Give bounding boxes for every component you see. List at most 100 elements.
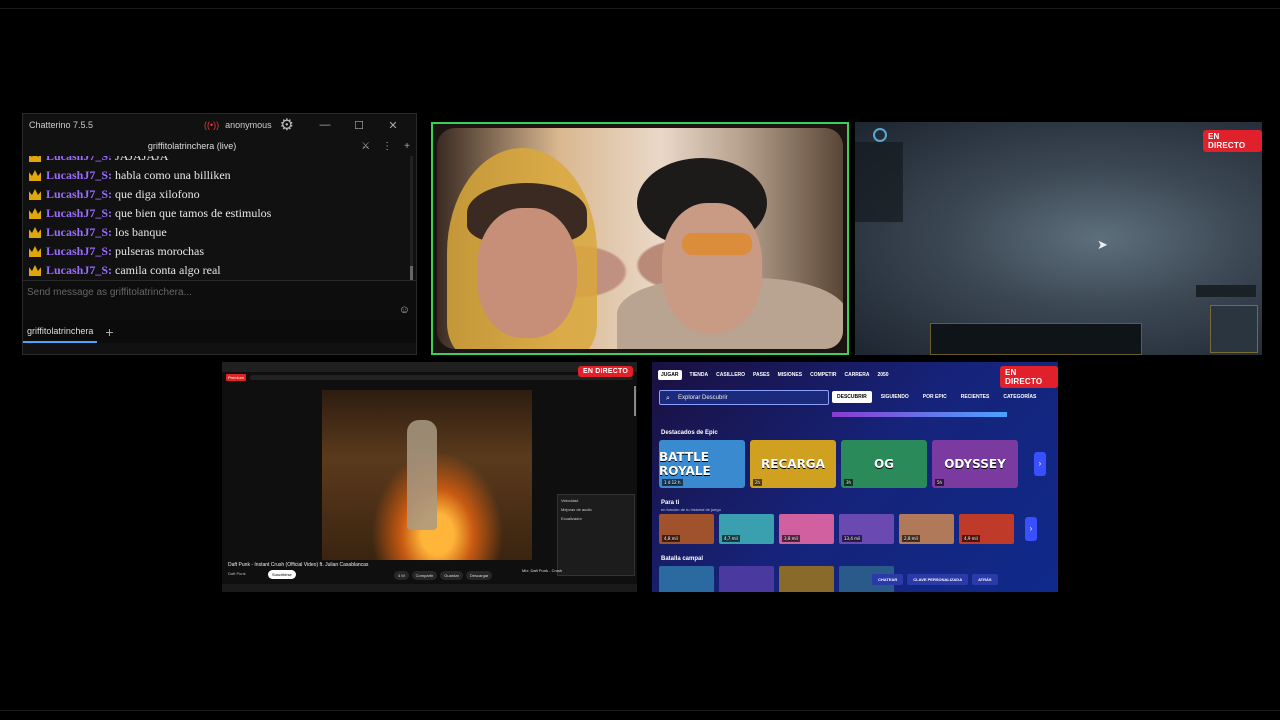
chat-scrollbar[interactable]	[410, 156, 413, 280]
chat-messages[interactable]: LucashJ7_S: JAJAJAJA LucashJ7_S: habla c…	[23, 156, 416, 280]
fortnite-nav: JUGAR TIENDA CASILLERO PASES MISIONES CO…	[658, 370, 889, 380]
nav-quests[interactable]: MISIONES	[778, 372, 802, 378]
tab-griffitolatrinchera[interactable]: griffitolatrinchera	[23, 320, 98, 343]
back-button[interactable]: ATRÁS	[972, 574, 998, 585]
island-card[interactable]: 2,8 mil	[899, 514, 954, 544]
island-card[interactable]: 4,8 mil	[659, 514, 714, 544]
channel-name[interactable]: Daft Punk	[228, 571, 246, 576]
nav-compete[interactable]: COMPETIR	[810, 372, 836, 378]
card-title: OG	[873, 457, 895, 471]
nav-locker[interactable]: CASILLERO	[716, 372, 745, 378]
chat-username[interactable]: LucashJ7_S:	[46, 223, 112, 242]
save-button[interactable]: Guardar	[440, 571, 463, 580]
minimize-button[interactable]: —	[308, 119, 342, 131]
nav-career[interactable]: CARRERA	[844, 372, 869, 378]
close-button[interactable]: ✕	[376, 119, 410, 132]
add-tab-icon[interactable]: +	[105, 324, 113, 340]
tab-by-epic[interactable]: POR EPIC	[918, 391, 952, 403]
chat-message: LucashJ7_S: habla como una billiken	[29, 166, 416, 185]
search-bar[interactable]	[250, 375, 633, 380]
like-button[interactable]: 4 M	[394, 571, 409, 580]
game-feed: ➤ EN DIRECTO	[855, 122, 1262, 355]
battle-row	[659, 566, 894, 592]
youtube-header: Premium	[222, 372, 637, 383]
live-status-icon: ((•))	[203, 120, 220, 130]
chat-channel-header: griffitolatrinchera (live) ⚔ ⋮ +	[23, 136, 416, 156]
island-card[interactable]: 4,9 mil	[959, 514, 1014, 544]
chat-username[interactable]: LucashJ7_S:	[46, 242, 112, 261]
panel-item[interactable]: Ecualizador	[561, 516, 631, 521]
frame-bottom-line	[0, 710, 1280, 711]
tab-categories[interactable]: CATEGORÍAS	[998, 391, 1041, 403]
crown-badge-icon	[29, 208, 41, 219]
panel-item[interactable]: Velocidad	[561, 498, 631, 503]
chat-window: Chatterino 7.5.5 ((•)) anonymous ⚙ — ☐ ✕…	[22, 113, 417, 355]
chat-username[interactable]: LucashJ7_S:	[46, 156, 112, 166]
bottom-actions: CHATEAR CLAVE PERSONALIZADA ATRÁS	[872, 574, 998, 585]
next-arrow-icon[interactable]: ›	[1034, 452, 1046, 476]
featured-card[interactable]: OG 3h	[841, 440, 927, 488]
chat-app-title: Chatterino 7.5.5	[29, 120, 94, 130]
playlist-title[interactable]: Mix: Daft Punk - Crush	[522, 568, 562, 573]
panel-item[interactable]: Mejoras de audio	[561, 507, 631, 512]
nav-play[interactable]: JUGAR	[658, 370, 682, 380]
chat-message: LucashJ7_S: que diga xilofono	[29, 185, 416, 204]
featured-card[interactable]: RECARGA 2h	[750, 440, 836, 488]
nav-shop[interactable]: TIENDA	[690, 372, 709, 378]
chat-username[interactable]: LucashJ7_S:	[46, 204, 112, 223]
chat-username[interactable]: LucashJ7_S:	[46, 185, 112, 204]
youtube-logo[interactable]: Premium	[226, 374, 247, 381]
featured-card[interactable]: ODYSSEY 5h	[932, 440, 1018, 488]
banner-strip	[832, 412, 1007, 417]
island-card[interactable]: 4,7 mil	[719, 514, 774, 544]
video-player[interactable]	[322, 390, 532, 560]
mod-tools-icon[interactable]: ⚔	[361, 141, 370, 152]
island-card[interactable]: 13,4 mil	[839, 514, 894, 544]
gear-icon[interactable]: ⚙	[280, 115, 294, 135]
chat-message-input[interactable]: Send message as griffitolatrinchera... ☺	[23, 280, 416, 320]
crown-badge-icon	[29, 189, 41, 200]
live-badge: EN DIRECTO	[1000, 366, 1058, 388]
audio-settings-panel[interactable]: Velocidad Mejoras de audio Ecualizador	[557, 494, 635, 576]
card-title: ODYSSEY	[944, 457, 1006, 471]
emote-picker-icon[interactable]: ☺	[399, 304, 410, 316]
discover-search-input[interactable]: ⌕ Explorar Descubrir	[659, 390, 829, 405]
island-card[interactable]	[779, 566, 834, 592]
download-button[interactable]: Descargar	[465, 571, 493, 580]
page-scrollbar[interactable]	[634, 386, 636, 416]
subscribe-button[interactable]: Suscribirse	[268, 570, 296, 579]
chat-titlebar: Chatterino 7.5.5 ((•)) anonymous ⚙ — ☐ ✕	[23, 114, 416, 136]
custom-key-button[interactable]: CLAVE PERSONALIZADA	[907, 574, 969, 585]
webcam-image	[437, 128, 843, 349]
maximize-button[interactable]: ☐	[342, 119, 376, 132]
island-card[interactable]: 3,8 mil	[779, 514, 834, 544]
next-arrow-icon[interactable]: ›	[1025, 517, 1037, 541]
more-options-icon[interactable]: ⋮	[382, 141, 392, 152]
chat-username[interactable]: LucashJ7_S:	[46, 261, 112, 280]
live-badge: EN DIRECTO	[578, 366, 634, 377]
chat-text: pulseras morochas	[115, 244, 205, 258]
game-scoreboard	[855, 142, 903, 222]
tab-following[interactable]: SIGUIENDO	[876, 391, 914, 403]
add-split-icon[interactable]: +	[404, 141, 410, 152]
vbucks-counter[interactable]: 2050	[877, 372, 888, 378]
chat-text: que bien que tamos de estimulos	[115, 206, 272, 220]
island-card[interactable]	[659, 566, 714, 592]
chat-message: LucashJ7_S: los banque	[29, 223, 416, 242]
featured-card[interactable]: BATTLE ROYALE 1 d 12 h	[659, 440, 745, 488]
account-switcher[interactable]: anonymous	[225, 120, 272, 130]
island-card[interactable]	[719, 566, 774, 592]
share-button[interactable]: Compartir	[411, 571, 438, 580]
chat-text: JAJAJAJA	[115, 156, 169, 163]
chat-message: LucashJ7_S: que bien que tamos de estimu…	[29, 204, 416, 223]
chat-input-placeholder: Send message as griffitolatrinchera...	[27, 287, 192, 298]
video-actions: 4 M Compartir Guardar Descargar	[394, 571, 493, 580]
for-you-row: 4,8 mil 4,7 mil 3,8 mil 13,4 mil 2,8 mil…	[659, 514, 1014, 544]
tab-discover[interactable]: DESCUBRIR	[832, 391, 872, 403]
chat-text: habla como una billiken	[115, 168, 231, 182]
channel-title: griffitolatrinchera (live)	[147, 141, 237, 151]
nav-passes[interactable]: PASES	[753, 372, 770, 378]
chat-username[interactable]: LucashJ7_S:	[46, 166, 112, 185]
chat-button[interactable]: CHATEAR	[872, 574, 904, 585]
tab-recent[interactable]: RECIENTES	[956, 391, 995, 403]
